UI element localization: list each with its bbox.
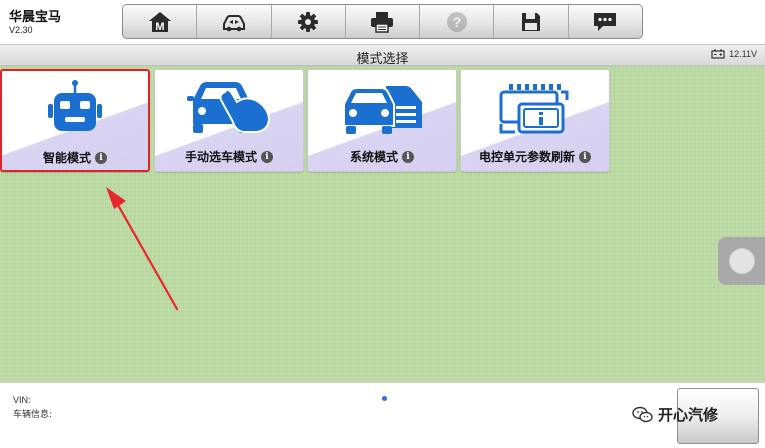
mode-tile-smart[interactable]: 智能模式 i — [0, 69, 150, 172]
bottom-bar: VIN: 车辆信息: 开心汽修 — [0, 382, 765, 448]
info-icon[interactable]: i — [402, 150, 414, 163]
battery-icon — [711, 49, 725, 59]
floating-side-handle[interactable] — [718, 237, 765, 285]
car-swap-button[interactable] — [197, 5, 272, 38]
home-icon: M — [148, 11, 171, 33]
floating-handle-knob — [729, 248, 755, 274]
app-name: 华晨宝马 — [9, 10, 62, 25]
app-version: V2.30 — [9, 25, 33, 35]
toolbar: M ? — [122, 4, 643, 39]
car-system-icon — [343, 86, 422, 134]
home-icon-letter: M — [155, 21, 164, 33]
print-button[interactable] — [345, 5, 421, 38]
help-button[interactable]: ? — [420, 5, 495, 38]
mode-tile-manual[interactable]: 手动选车模式 i — [154, 69, 304, 172]
mode-grid: 智能模式 i 手动选车模式 i 系统模式 i 电控单元参数刷新 i — [0, 66, 765, 382]
save-icon — [522, 12, 541, 31]
message-icon — [594, 12, 617, 31]
battery-indicator: 12.11V — [711, 49, 757, 59]
vin-label: VIN: — [13, 395, 31, 405]
mode-tile-system[interactable]: 系统模式 i — [307, 69, 457, 172]
mode-label: 智能模式 — [42, 151, 91, 165]
robot-icon — [48, 80, 102, 131]
gear-icon — [298, 11, 319, 32]
printer-icon — [371, 11, 394, 33]
save-button[interactable] — [494, 5, 569, 38]
home-button[interactable]: M — [123, 5, 198, 38]
watermark: 开心汽修 — [632, 404, 718, 425]
battery-voltage: 12.11V — [729, 49, 757, 59]
ecu-refresh-icon — [499, 84, 569, 134]
page-title: 模式选择 — [356, 52, 409, 67]
info-icon[interactable]: i — [579, 150, 591, 163]
hand-car-icon — [187, 82, 271, 133]
message-button[interactable] — [568, 5, 642, 38]
info-icon[interactable]: i — [95, 151, 107, 164]
settings-button[interactable] — [271, 5, 346, 38]
watermark-text: 开心汽修 — [658, 406, 719, 424]
page-indicator — [382, 396, 387, 401]
mode-label: 手动选车模式 — [184, 150, 257, 164]
mode-label: 电控单元参数刷新 — [478, 150, 575, 164]
vehicle-info-label: 车辆信息: — [13, 410, 53, 420]
mode-label: 系统模式 — [349, 150, 398, 164]
wechat-icon — [632, 406, 653, 422]
help-icon: ? — [446, 11, 467, 32]
help-icon-glyph: ? — [452, 14, 461, 30]
info-icon[interactable]: i — [261, 150, 273, 163]
title-strip: 模式选择 12.11V — [0, 44, 765, 67]
mode-tile-ecu-refresh[interactable]: 电控单元参数刷新 i — [460, 69, 610, 172]
car-swap-icon — [222, 14, 245, 31]
top-bar: 华晨宝马 V2.30 M ? — [0, 0, 765, 44]
